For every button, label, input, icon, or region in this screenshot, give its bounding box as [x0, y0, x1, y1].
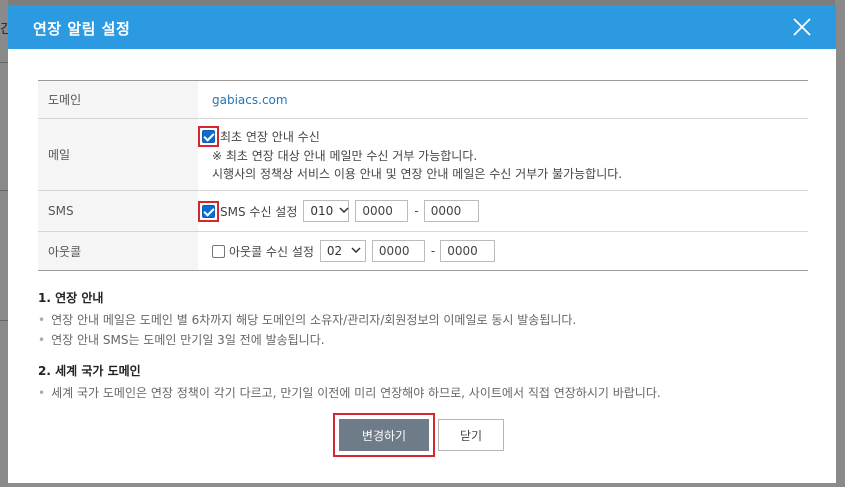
change-button[interactable]: 변경하기	[339, 419, 429, 451]
outcall-checkbox-label: 아웃콜 수신 설정	[229, 244, 314, 259]
chevron-down-icon	[351, 246, 361, 256]
guide-cctld: 2. 세계 국가 도메인 • 세계 국가 도메인은 연장 정책이 각기 다르고, …	[38, 362, 818, 403]
mail-note-1: ※ 최초 연장 대상 안내 메일만 수신 거부 가능합니다.	[212, 149, 478, 163]
sms-checkbox[interactable]	[202, 204, 215, 218]
outcall-checkbox[interactable]	[212, 244, 225, 258]
sms-checkbox-label: SMS 수신 설정	[220, 204, 298, 219]
mail-note-2: 시행사의 정책상 서비스 이용 안내 및 연장 안내 메일은 수신 거부가 불가…	[212, 167, 623, 181]
mail-checkbox[interactable]	[202, 130, 215, 143]
close-button[interactable]: 닫기	[438, 419, 504, 451]
close-icon[interactable]	[790, 15, 814, 39]
guide-renewal: 1. 연장 안내 • 연장 안내 메일은 도메인 별 6차까지 해당 도메인의 소…	[38, 289, 818, 350]
sms-separator: -	[414, 204, 419, 218]
outcall-separator: -	[430, 244, 436, 258]
outcall-prefix-select[interactable]: 02	[319, 240, 366, 262]
backdrop-line	[0, 320, 8, 321]
table-row-outcall: 아웃콜 아웃콜 수신 설정 02 0000 - 0000	[38, 231, 808, 271]
sms-last-input[interactable]: 0000	[423, 200, 479, 222]
settings-table: 도메인 gabiacs.com 메일 최초 연장 안내 수신 ※ 최초 연장 대…	[38, 80, 808, 271]
sms-prefix-select[interactable]: 010	[303, 200, 350, 222]
sms-checkbox-highlight	[198, 200, 219, 222]
backdrop-line	[0, 190, 8, 191]
renewal-alert-modal: 연장 알림 설정 도메인 gabiacs.com 메일 최초 연장 안내 수신	[8, 5, 836, 483]
backdrop-left: 긴	[0, 0, 8, 487]
table-row-mail: 메일 최초 연장 안내 수신 ※ 최초 연장 대상 안내 메일만 수신 거부 가…	[38, 118, 808, 191]
guide-item: • 연장 안내 메일은 도메인 별 6차까지 해당 도메인의 소유자/관리자/회원…	[38, 313, 577, 327]
guide-cctld-title: 2. 세계 국가 도메인	[38, 364, 141, 378]
mail-checkbox-highlight	[198, 126, 219, 147]
sms-label: SMS	[38, 190, 198, 232]
guide-renewal-title: 1. 연장 안내	[38, 291, 104, 305]
outcall-middle-input[interactable]: 0000	[371, 240, 425, 262]
table-row-domain: 도메인 gabiacs.com	[38, 80, 808, 119]
sms-middle-input[interactable]: 0000	[355, 200, 409, 222]
guide-item: • 연장 안내 SMS는 도메인 만기일 3일 전에 발송됩니다.	[38, 333, 325, 347]
backdrop-left-glyph: 긴	[0, 22, 8, 37]
modal-title: 연장 알림 설정	[33, 20, 131, 38]
domain-value: gabiacs.com	[212, 92, 288, 107]
domain-label: 도메인	[38, 80, 198, 119]
chevron-down-icon	[339, 206, 349, 216]
backdrop-right	[835, 0, 845, 487]
table-row-sms: SMS SMS 수신 설정 010 0000 - 0000	[38, 190, 808, 232]
mail-checkbox-label: 최초 연장 안내 수신	[220, 129, 320, 144]
outcall-label: 아웃콜	[38, 231, 198, 271]
guide-item: • 세계 국가 도메인은 연장 정책이 각기 다르고, 만기일 이전에 미리 연장…	[38, 386, 661, 400]
mail-label: 메일	[38, 118, 198, 191]
backdrop-line	[0, 62, 8, 63]
modal-header: 연장 알림 설정	[8, 5, 836, 49]
outcall-last-input[interactable]: 0000	[440, 240, 496, 262]
